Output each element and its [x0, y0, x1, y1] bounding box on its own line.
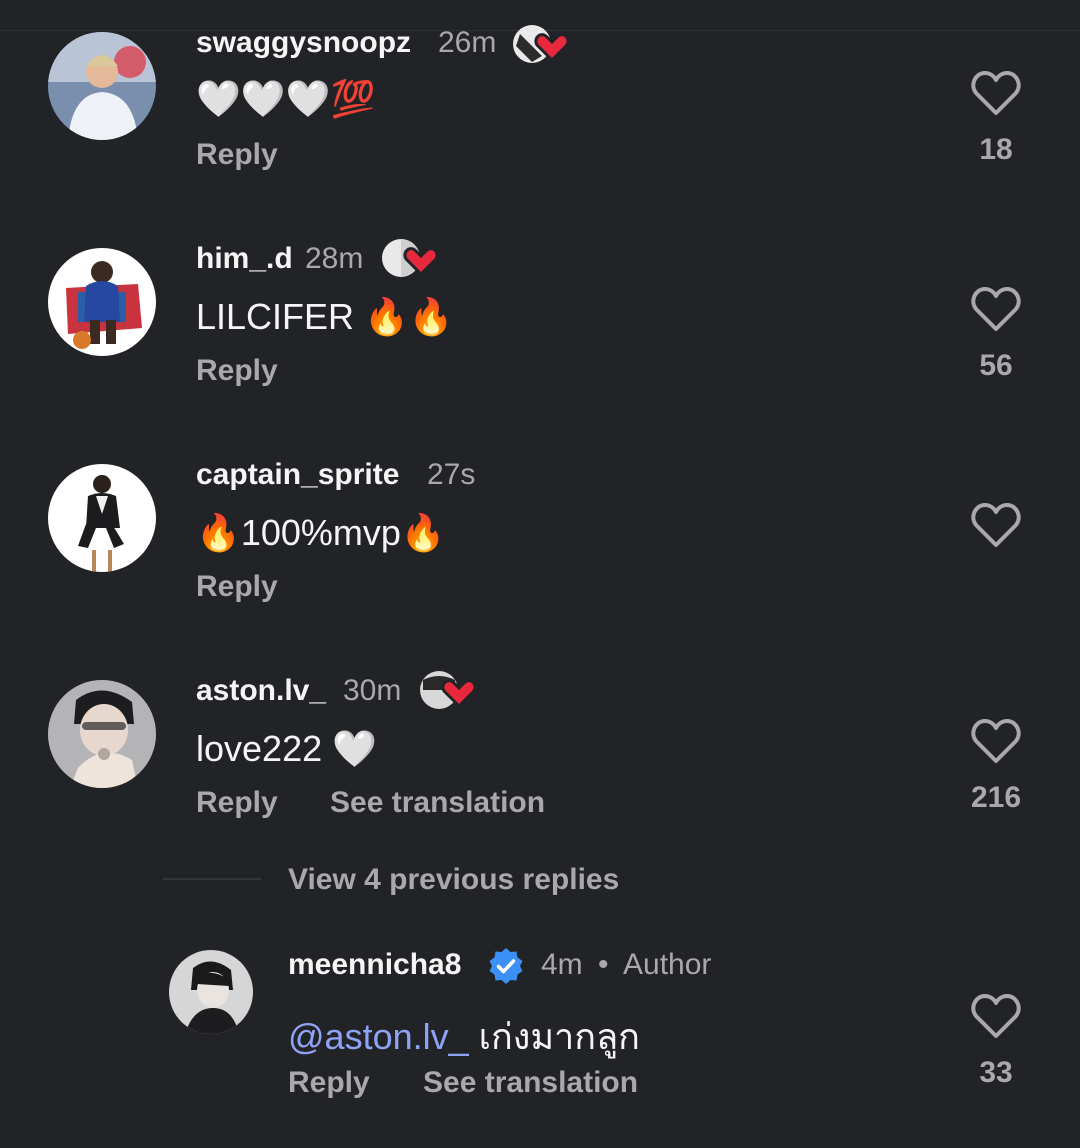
- view-previous-replies-button[interactable]: View 4 previous replies: [288, 863, 619, 897]
- avatar[interactable]: [48, 248, 156, 356]
- author-liked-icon: [381, 238, 443, 278]
- comment-text: @aston.lv_ เก่งมากลูก: [288, 1008, 640, 1065]
- username[interactable]: aston.lv_: [196, 674, 326, 708]
- author-liked-icon: [512, 24, 574, 64]
- avatar[interactable]: [48, 32, 156, 140]
- timestamp: 4m: [541, 948, 583, 981]
- timestamp: 27s: [427, 458, 476, 491]
- verified-badge-icon: [486, 946, 526, 986]
- comment-text: love222 🤍: [196, 728, 377, 769]
- username[interactable]: swaggysnoopz: [196, 26, 411, 60]
- reply-button[interactable]: Reply: [196, 138, 278, 172]
- username[interactable]: meennicha8: [288, 948, 461, 982]
- comment-text: 🔥100%mvp🔥: [196, 512, 446, 553]
- author-label: Author: [623, 948, 712, 981]
- reply-button[interactable]: Reply: [196, 354, 278, 388]
- username[interactable]: captain_sprite: [196, 458, 399, 492]
- like-heart-icon[interactable]: [971, 502, 1021, 548]
- avatar[interactable]: [48, 680, 156, 788]
- see-translation-button[interactable]: See translation: [423, 1066, 638, 1100]
- like-count: 18: [979, 133, 1013, 166]
- like-heart-icon[interactable]: [971, 70, 1021, 116]
- like-count: 33: [979, 1056, 1013, 1089]
- like-count: 216: [970, 781, 1022, 814]
- like-count: 56: [979, 349, 1013, 382]
- mention-link[interactable]: @aston.lv_: [288, 1016, 469, 1057]
- reply-button[interactable]: Reply: [196, 786, 278, 820]
- replies-divider: [163, 878, 261, 880]
- comment-text: LILCIFER 🔥🔥: [196, 296, 454, 337]
- like-heart-icon[interactable]: [971, 286, 1021, 332]
- timestamp: 26m: [438, 26, 497, 59]
- username[interactable]: him_.d: [196, 242, 293, 276]
- avatar[interactable]: [48, 464, 156, 572]
- separator-dot: •: [598, 948, 609, 981]
- comment-text: 🤍🤍🤍💯: [196, 78, 376, 119]
- avatar[interactable]: [169, 950, 253, 1034]
- author-liked-icon: [419, 670, 481, 710]
- like-heart-icon[interactable]: [971, 993, 1021, 1039]
- timestamp: 30m: [343, 674, 402, 707]
- like-heart-icon[interactable]: [971, 718, 1021, 764]
- reply-button[interactable]: Reply: [196, 570, 278, 604]
- see-translation-button[interactable]: See translation: [330, 786, 545, 820]
- timestamp: 28m: [305, 242, 364, 275]
- reply-text: เก่งมากลูก: [468, 1016, 640, 1057]
- reply-button[interactable]: Reply: [288, 1066, 370, 1100]
